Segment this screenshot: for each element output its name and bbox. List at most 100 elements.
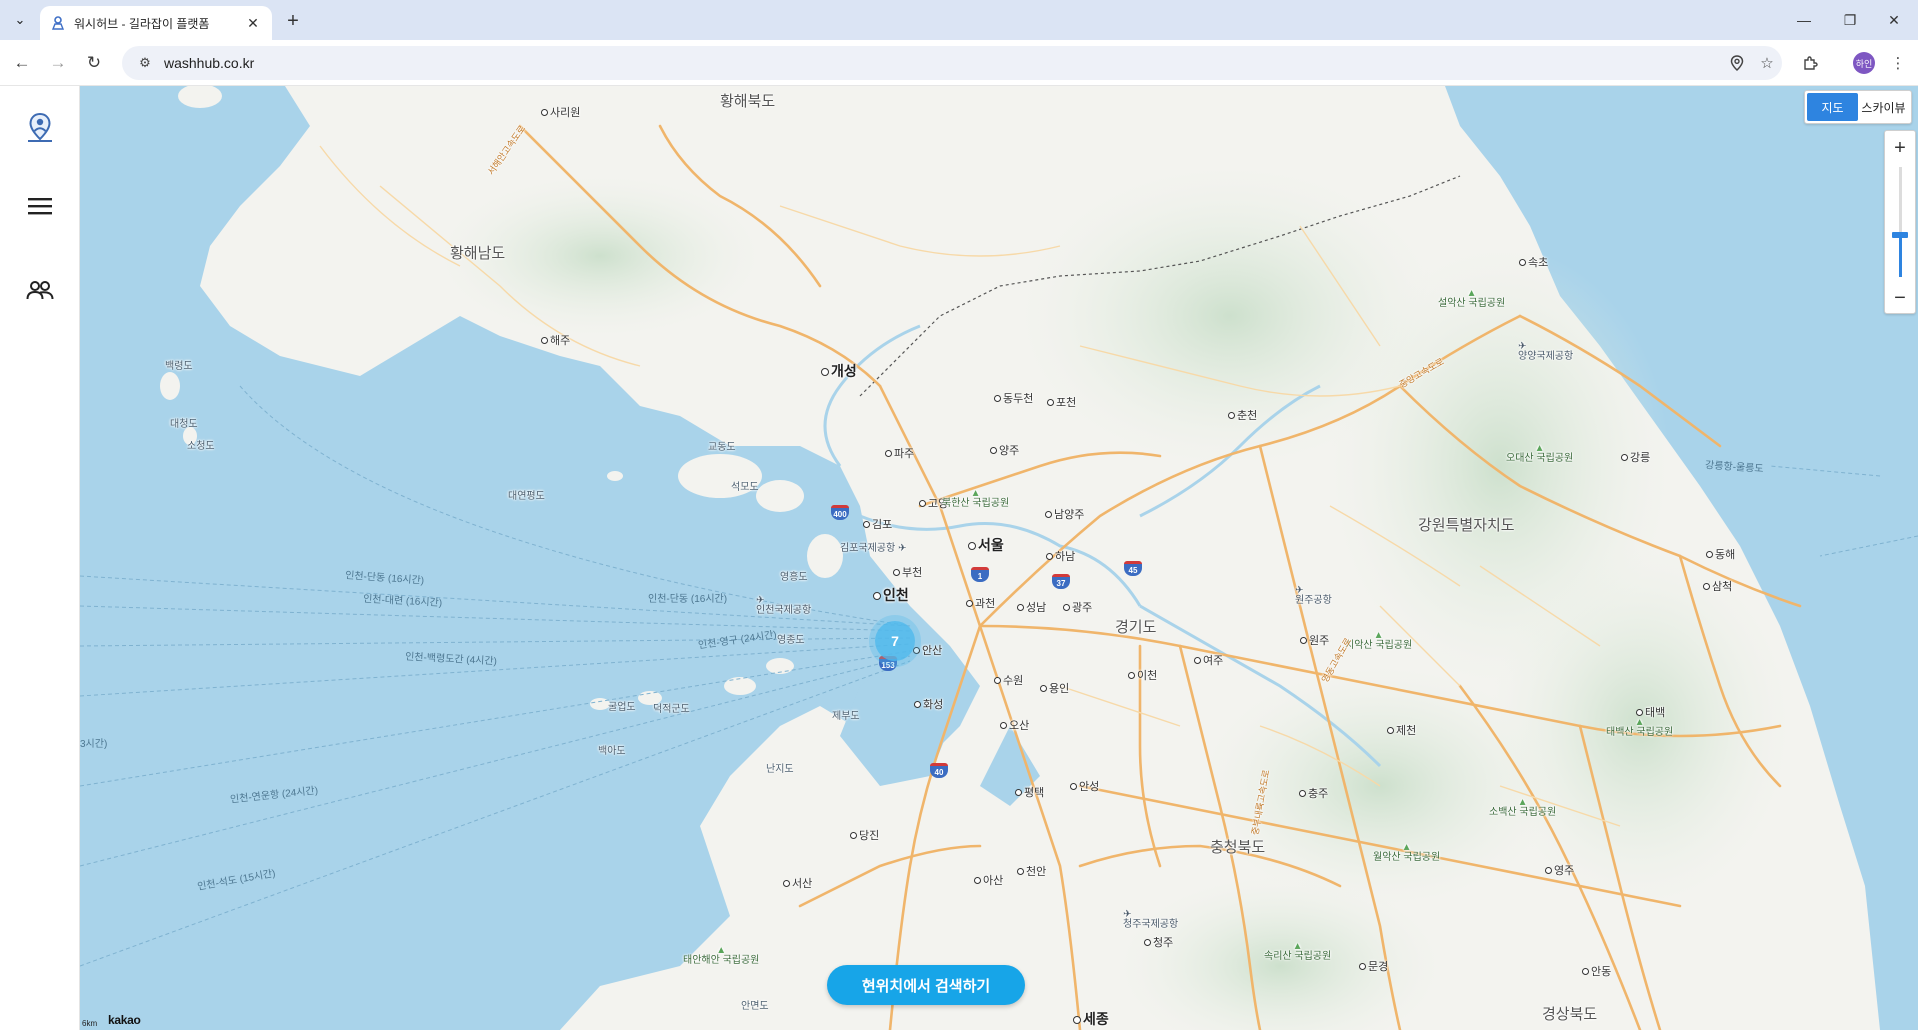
browser-tab[interactable]: 워시허브 - 길라잡이 플랫폼 ✕ (40, 6, 272, 40)
island-label: 소청도 (187, 441, 215, 452)
users-icon[interactable] (18, 268, 62, 312)
profile-avatar[interactable]: 하인 (1853, 52, 1875, 74)
zoom-level-fill (1899, 235, 1902, 277)
url-text[interactable]: washhub.co.kr (164, 55, 1722, 71)
island-label: 굴업도 (608, 702, 636, 713)
tab-search-icon[interactable]: ⌄ (8, 8, 32, 32)
tab-title: 워시허브 - 길라잡이 플랫폼 (74, 16, 210, 31)
restore-icon[interactable]: ❐ (1828, 6, 1872, 34)
route-shield: 1 (971, 567, 989, 582)
tab-close-icon[interactable]: ✕ (244, 14, 262, 32)
city-label: 세종 (1073, 1012, 1109, 1026)
city-label: 원주 (1300, 636, 1329, 647)
minimize-icon[interactable]: — (1782, 6, 1826, 34)
location-cluster-marker[interactable]: 7 (875, 621, 915, 661)
map-base-layer (80, 86, 1918, 1030)
city-label: 강릉 (1621, 453, 1650, 464)
city-label: 서울 (968, 538, 1004, 552)
location-person-icon[interactable] (18, 106, 62, 150)
zoom-out-button[interactable]: − (1885, 283, 1915, 313)
city-label: 김포 (863, 520, 892, 531)
map-type-skyview-button[interactable]: 스카이뷰 (1858, 93, 1909, 121)
reload-icon[interactable]: ↻ (80, 49, 108, 77)
airport-label: ✈ 청주국제공항 (1123, 909, 1179, 930)
search-current-location-button[interactable]: 현위치에서 검색하기 (827, 965, 1025, 1005)
city-label: 개성 (821, 364, 857, 378)
island-label: 난지도 (766, 764, 794, 775)
map-type-map-button[interactable]: 지도 (1807, 93, 1858, 121)
city-label: 사리원 (541, 108, 580, 119)
airport-label: 김포국제공항 ✈ (840, 543, 907, 554)
airport-label: ✈ 원주공항 (1295, 585, 1332, 606)
national-park-label: ▲ 태백산 국립공원 (1606, 717, 1674, 738)
island-label: 안면도 (741, 1001, 769, 1012)
site-info-icon[interactable]: ⚙ (136, 54, 154, 72)
location-pin-icon[interactable] (1722, 49, 1752, 77)
route-shield: 45 (1124, 561, 1142, 576)
island-label: 영흥도 (780, 572, 808, 583)
extensions-puzzle-icon[interactable] (1796, 49, 1824, 77)
region-label: 황해북도 (720, 93, 776, 110)
city-label: 과천 (966, 599, 995, 610)
city-label: 인천 (873, 588, 909, 602)
city-label: 성남 (1017, 603, 1046, 614)
city-label: 부천 (893, 568, 922, 579)
city-label: 안성 (1070, 782, 1099, 793)
address-bar[interactable]: ⚙ washhub.co.kr ☆ (122, 46, 1782, 80)
new-tab-button[interactable]: + (280, 8, 306, 34)
zoom-control: + − (1884, 130, 1916, 314)
city-label: 삼척 (1703, 582, 1732, 593)
region-label: 경상북도 (1542, 1006, 1598, 1023)
city-label: 용인 (1040, 684, 1069, 695)
island-label: 교동도 (708, 442, 736, 453)
region-label: 충청북도 (1210, 839, 1266, 856)
app-sidebar (0, 86, 80, 1030)
city-label: 천안 (1017, 867, 1046, 878)
region-label: 강원특별자치도 (1418, 517, 1515, 534)
window-close-icon[interactable]: ✕ (1872, 6, 1916, 34)
city-label: 해주 (541, 336, 570, 347)
map-type-toggle: 지도 스카이뷰 (1804, 90, 1912, 124)
city-label: 문경 (1359, 962, 1388, 973)
zoom-slider-handle[interactable] (1892, 232, 1908, 239)
zoom-in-button[interactable]: + (1885, 133, 1915, 163)
national-park-label: ▲ 북한산 국립공원 (942, 488, 1010, 509)
city-label: 속초 (1519, 258, 1548, 269)
city-label: 안산 (913, 646, 942, 657)
city-label: 양주 (990, 446, 1019, 457)
city-label: 화성 (914, 700, 943, 711)
city-label: 청주 (1144, 938, 1173, 949)
city-label: 아산 (974, 876, 1003, 887)
browser-toolbar: ← → ↻ ⚙ washhub.co.kr ☆ 하인 ⋮ (0, 40, 1918, 86)
island-label: 덕적군도 (653, 704, 690, 715)
map-canvas[interactable]: 황해북도 황해남도 강원특별자치도 경기도 충청북도 경상북도 사리원 해주 개… (80, 86, 1918, 1030)
back-arrow-icon[interactable]: ← (8, 49, 36, 77)
city-label: 당진 (850, 831, 879, 842)
hamburger-menu-icon[interactable] (18, 184, 62, 228)
national-park-label: ▲ 소백산 국립공원 (1489, 797, 1557, 818)
city-label: 춘천 (1228, 411, 1257, 422)
city-label: 안동 (1582, 967, 1611, 978)
national-park-label: ▲ 월악산 국립공원 (1373, 842, 1441, 863)
national-park-label: ▲ 치악산 국립공원 (1345, 630, 1413, 651)
airport-label: ✈ 인천국제공항 (756, 595, 812, 616)
city-label: 평택 (1015, 788, 1044, 799)
route-shield: 37 (1052, 574, 1070, 589)
city-label: 하남 (1046, 552, 1075, 563)
island-label: 영종도 (777, 635, 805, 646)
bookmark-star-icon[interactable]: ☆ (1752, 49, 1782, 77)
browser-menu-icon[interactable]: ⋮ (1884, 49, 1912, 77)
route-shield: 400 (831, 505, 849, 520)
city-label: 제천 (1387, 726, 1416, 737)
island-label: 백령도 (165, 361, 193, 372)
region-label: 경기도 (1115, 619, 1157, 636)
kakao-logo: kakao (108, 1013, 141, 1027)
city-label: 영주 (1545, 866, 1574, 877)
island-label: 대청도 (170, 419, 198, 430)
city-label: 이천 (1128, 671, 1157, 682)
forward-arrow-icon[interactable]: → (44, 49, 72, 77)
city-label: 남양주 (1045, 510, 1084, 521)
sea-route-label: 3시간) (80, 739, 108, 750)
sea-route-label: 인천-단동 (16시간) (648, 594, 728, 605)
national-park-label: ▲ 설악산 국립공원 (1438, 288, 1506, 309)
